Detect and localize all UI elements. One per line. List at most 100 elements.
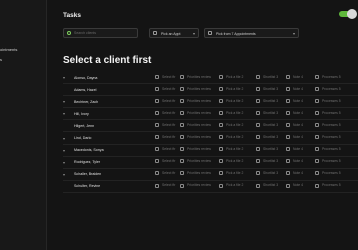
row-action[interactable]: Note 4 xyxy=(286,99,303,103)
row-action-label: Select ftr xyxy=(162,122,176,127)
row-action[interactable]: Shortlist 3 xyxy=(256,87,278,91)
row-action[interactable]: Priorities review xyxy=(180,159,211,164)
row-action[interactable]: Select ftr xyxy=(155,111,175,115)
row-action[interactable]: Processes 5 xyxy=(315,159,341,164)
chevron-icon[interactable]: ▾ xyxy=(63,136,65,141)
row-action[interactable]: Priorities review xyxy=(180,123,211,127)
row-action[interactable]: Shortlist 3 xyxy=(256,159,278,164)
row-action-label: Pick a file 2 xyxy=(226,86,244,91)
client-name: Hill, Ivory xyxy=(74,111,89,116)
row-action[interactable]: Pick a file 2 xyxy=(219,87,243,91)
row-action[interactable]: Note 4 xyxy=(286,123,303,127)
search-field[interactable] xyxy=(63,28,138,38)
avatar[interactable] xyxy=(347,9,357,19)
row-action[interactable]: Shortlist 3 xyxy=(256,75,278,79)
row-action[interactable]: Shortlist 3 xyxy=(256,99,278,103)
row-action[interactable]: Pick a file 2 xyxy=(219,159,244,164)
row-action[interactable]: Pick a file 2 xyxy=(219,111,243,115)
row-action[interactable]: Processes 5 xyxy=(315,147,341,152)
row-action[interactable]: Priorities review xyxy=(180,135,211,140)
chevron-icon[interactable]: ▾ xyxy=(63,111,65,116)
row-action-label: Shortlist 3 xyxy=(263,171,279,176)
row-action[interactable]: Shortlist 3 xyxy=(256,147,278,152)
row-action[interactable]: Note 4 xyxy=(286,87,303,91)
chevron-icon[interactable]: ▾ xyxy=(63,172,65,177)
date-range-select[interactable]: Pick an Appt ▾ xyxy=(149,28,199,38)
file-icon xyxy=(219,135,223,140)
row-action[interactable]: Priorities review xyxy=(180,147,211,152)
row-action[interactable]: Priorities review xyxy=(180,87,211,91)
row-action[interactable]: Select ftr xyxy=(155,75,175,79)
row-action-label: Pick a file 2 xyxy=(226,147,244,152)
row-action[interactable]: Processes 5 xyxy=(315,75,341,79)
row-action[interactable]: Processes 5 xyxy=(315,183,341,188)
row-action[interactable]: Select ftr xyxy=(155,159,175,164)
row-action[interactable]: Pick a file 2 xyxy=(219,123,243,127)
gear-icon xyxy=(315,183,319,188)
row-action[interactable]: Note 4 xyxy=(286,75,303,79)
row-action[interactable]: Note 4 xyxy=(286,135,303,140)
client-row[interactable]: ▾ Bechtner, Zach Select ftr Priorities revi… xyxy=(63,96,358,109)
row-action[interactable]: Priorities review xyxy=(180,111,211,115)
row-action[interactable]: Note 4 xyxy=(286,171,303,176)
row-action[interactable]: Select ftr xyxy=(155,147,175,152)
row-action[interactable]: Priorities review xyxy=(180,99,211,103)
row-action[interactable]: Processes 5 xyxy=(315,87,341,91)
row-action[interactable]: Select ftr xyxy=(155,87,175,91)
row-action[interactable]: Processes 5 xyxy=(315,135,341,140)
note-icon xyxy=(286,147,290,152)
row-action-label: Pick a file 2 xyxy=(226,159,244,164)
search-input[interactable] xyxy=(74,30,134,36)
row-action[interactable]: Note 4 xyxy=(286,183,303,188)
row-action[interactable]: Processes 5 xyxy=(315,99,341,103)
row-action[interactable]: Select ftr xyxy=(155,123,175,127)
client-row[interactable]: ▾ Rodriguez, Tyler Select ftr Priorities re… xyxy=(63,157,358,169)
sidebar-item-appointments[interactable]: ointments xyxy=(0,47,17,52)
row-action[interactable]: Select ftr xyxy=(155,99,175,103)
chevron-icon[interactable]: ▾ xyxy=(63,148,65,153)
client-row[interactable]: ▾ Hill, Ivory Select ftr Priorities review P… xyxy=(63,108,358,121)
appointment-select[interactable]: Pick from 7 Appointments ▾ xyxy=(204,28,299,38)
clock-icon xyxy=(180,98,184,103)
row-action[interactable]: Note 4 xyxy=(286,147,303,152)
sidebar-item-clients[interactable]: s xyxy=(0,57,2,62)
row-action[interactable]: Priorities review xyxy=(180,75,211,79)
client-row[interactable]: Adams, Hazel Select ftr Priorities review P… xyxy=(63,84,358,97)
client-row[interactable]: Schulter, Revine Select ftr Priorities rev… xyxy=(63,181,358,193)
row-action[interactable]: Pick a file 2 xyxy=(219,171,243,176)
row-action[interactable]: Pick a file 2 xyxy=(219,135,243,140)
client-row[interactable]: ▾ Alonso, Dayna Select ftr Priorities revie… xyxy=(63,72,358,84)
row-action[interactable]: Shortlist 3 xyxy=(256,171,279,176)
row-action[interactable]: Note 4 xyxy=(286,111,303,115)
row-action[interactable]: Processes 5 xyxy=(315,111,341,115)
client-row[interactable]: Hilgert, Jenn Select ftr Priorities review… xyxy=(63,120,358,133)
row-action[interactable]: Shortlist 3 xyxy=(256,183,278,188)
row-action[interactable]: Shortlist 3 xyxy=(256,123,278,127)
client-name: Hilgert, Jenn xyxy=(74,123,95,128)
clock-icon xyxy=(180,135,184,140)
row-action[interactable]: Pick a file 2 xyxy=(219,183,243,188)
row-action[interactable]: Select ftr xyxy=(155,183,175,188)
row-action[interactable]: Pick a file 2 xyxy=(219,75,243,79)
row-action[interactable]: Processes 5 xyxy=(315,171,341,176)
row-action[interactable]: Shortlist 3 xyxy=(256,111,278,115)
file-icon xyxy=(219,183,223,188)
row-action[interactable]: Shortlist 3 xyxy=(256,135,278,140)
client-row[interactable]: ▾ Schaller, Braiden Select ftr Priorities r… xyxy=(63,169,358,181)
row-action[interactable]: Processes 5 xyxy=(315,123,341,127)
row-action[interactable]: Select ftr xyxy=(155,135,175,140)
chevron-icon[interactable]: ▾ xyxy=(63,99,65,104)
row-action[interactable]: Priorities review xyxy=(180,171,211,176)
client-row[interactable]: ▾ Macedonis, Sonya Select ftr Priorities re… xyxy=(63,145,358,157)
chevron-icon[interactable]: ▾ xyxy=(63,75,65,80)
checkbox-icon xyxy=(155,86,159,91)
row-action[interactable]: Pick a file 2 xyxy=(219,99,243,103)
row-action-label: Select ftr xyxy=(162,98,176,103)
row-action[interactable]: Select ftr xyxy=(155,171,175,176)
chevron-icon[interactable]: ▾ xyxy=(63,160,65,165)
client-name: Rodriguez, Tyler xyxy=(74,160,101,165)
client-row[interactable]: ▾ Lind, Dario Select ftr Priorities review P… xyxy=(63,133,358,145)
row-action[interactable]: Pick a file 2 xyxy=(219,147,244,152)
row-action[interactable]: Note 4 xyxy=(286,159,303,164)
row-action[interactable]: Priorities review xyxy=(180,183,211,188)
